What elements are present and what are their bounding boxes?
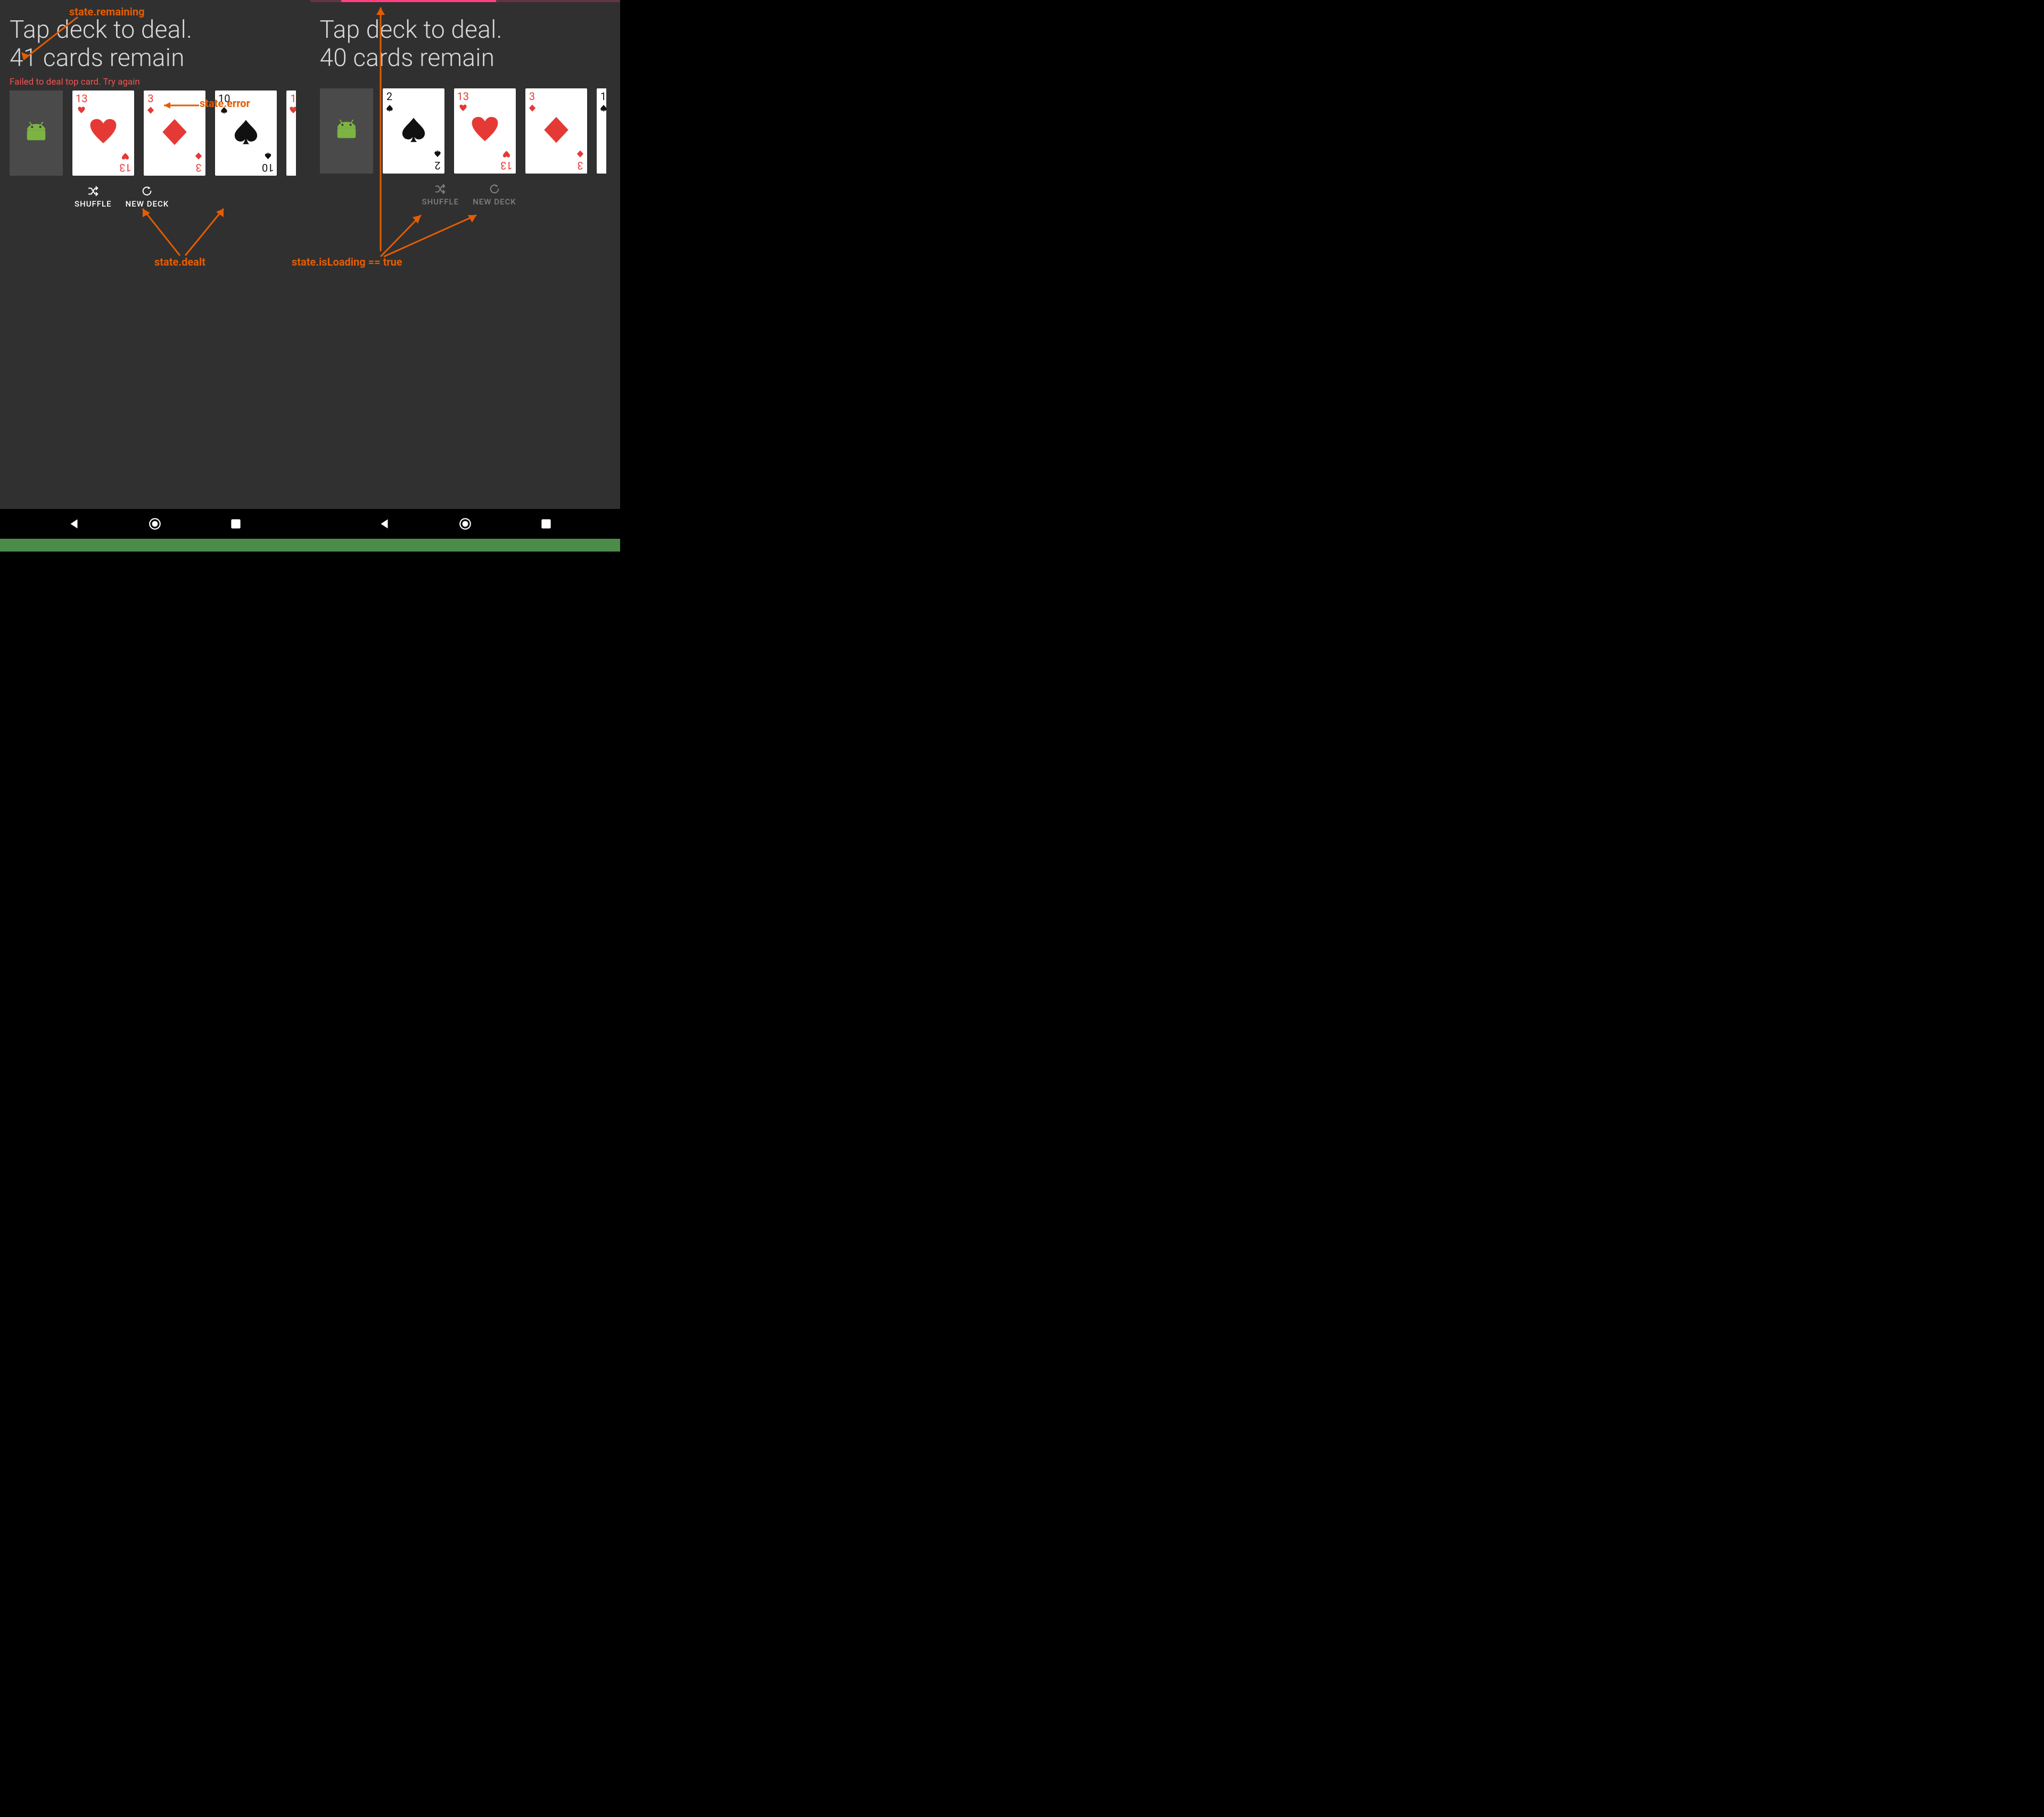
system-navbar bbox=[0, 509, 620, 539]
title-line2: 41 cards remain bbox=[10, 44, 185, 72]
shuffle-icon bbox=[434, 183, 446, 195]
card-rank-top: 10 bbox=[218, 93, 230, 116]
card-suit-icon bbox=[542, 116, 570, 146]
nav-home[interactable] bbox=[458, 517, 472, 531]
playing-card: 13 13 bbox=[72, 91, 134, 176]
card-rank-bottom: 3 bbox=[576, 149, 584, 171]
android-icon bbox=[23, 121, 50, 145]
card-suit-icon bbox=[400, 116, 427, 146]
nav-back[interactable] bbox=[67, 517, 81, 531]
deck-back[interactable] bbox=[320, 88, 373, 174]
card-rank-top: 2 bbox=[386, 91, 393, 113]
card-rank-top: 3 bbox=[529, 91, 536, 113]
android-icon bbox=[333, 119, 360, 143]
playing-card: 13 13 bbox=[454, 88, 516, 174]
card-suit-icon bbox=[232, 118, 260, 148]
nav-recent[interactable] bbox=[539, 517, 553, 531]
page-title: Tap deck to deal. 40 cards remain bbox=[320, 16, 611, 72]
newdeck-button[interactable]: NEW DECK bbox=[473, 183, 516, 207]
card-rank-top: 1 bbox=[600, 91, 606, 113]
peek-card: 1 1 bbox=[286, 91, 296, 176]
card-suit-icon bbox=[89, 118, 117, 148]
card-rank-top: 13 bbox=[76, 93, 87, 116]
playing-card: 3 3 bbox=[144, 91, 205, 176]
newdeck-button[interactable]: NEW DECK bbox=[126, 185, 169, 209]
nav-home[interactable] bbox=[148, 517, 162, 531]
dealt-cards-row: 13 13 3 3 10 10 bbox=[10, 91, 310, 176]
card-suit-icon bbox=[161, 118, 188, 148]
refresh-icon bbox=[141, 185, 153, 197]
screen-right: Tap deck to deal. 40 cards remain 2 2 13 bbox=[310, 0, 621, 509]
card-rank-bottom: 13 bbox=[500, 149, 512, 171]
refresh-icon bbox=[489, 183, 500, 195]
playing-card: 2 2 bbox=[383, 88, 444, 174]
shuffle-button[interactable]: SHUFFLE bbox=[75, 185, 112, 209]
card-rank-top: 3 bbox=[147, 93, 154, 116]
playing-card: 1 1 bbox=[597, 88, 606, 174]
nav-recent[interactable] bbox=[229, 517, 243, 531]
title-line1: Tap deck to deal. bbox=[320, 15, 502, 44]
card-rank-bottom: 10 bbox=[262, 151, 274, 173]
card-rank-bottom: 3 bbox=[195, 151, 202, 173]
newdeck-label: NEW DECK bbox=[126, 199, 169, 209]
newdeck-label: NEW DECK bbox=[473, 197, 516, 207]
shuffle-button[interactable]: SHUFFLE bbox=[422, 183, 459, 207]
shuffle-label: SHUFFLE bbox=[75, 199, 112, 209]
progress-bar bbox=[310, 0, 621, 2]
anno-arrow bbox=[138, 207, 245, 260]
actions-row: SHUFFLE NEW DECK bbox=[75, 185, 310, 209]
card-suit-icon bbox=[471, 116, 499, 146]
shuffle-label: SHUFFLE bbox=[422, 197, 459, 207]
card-rank-top: 1 bbox=[290, 93, 296, 116]
card-rank-top: 13 bbox=[457, 91, 469, 113]
shuffle-icon bbox=[87, 185, 99, 197]
anno-dealt: state.dealt bbox=[154, 256, 205, 268]
peek-card: 1 1 bbox=[597, 88, 606, 174]
actions-row: SHUFFLE NEW DECK bbox=[422, 183, 621, 207]
error-text: Failed to deal top card. Try again bbox=[10, 77, 301, 87]
page-title: Tap deck to deal. 41 cards remain bbox=[10, 16, 301, 72]
title-line1: Tap deck to deal. bbox=[10, 15, 192, 44]
screen-left: Tap deck to deal. 41 cards remain Failed… bbox=[0, 0, 310, 509]
playing-card: 10 10 bbox=[215, 91, 277, 176]
playing-card: 1 1 bbox=[286, 91, 296, 176]
title-line2: 40 cards remain bbox=[320, 44, 495, 72]
card-rank-bottom: 13 bbox=[119, 151, 131, 173]
dealt-cards-row: 2 2 13 13 3 3 bbox=[320, 88, 621, 174]
deck-back[interactable] bbox=[10, 91, 63, 176]
anno-arrow bbox=[378, 211, 485, 259]
footer-strip bbox=[0, 539, 620, 552]
card-rank-bottom: 2 bbox=[434, 149, 441, 171]
nav-back[interactable] bbox=[377, 517, 391, 531]
playing-card: 3 3 bbox=[525, 88, 587, 174]
